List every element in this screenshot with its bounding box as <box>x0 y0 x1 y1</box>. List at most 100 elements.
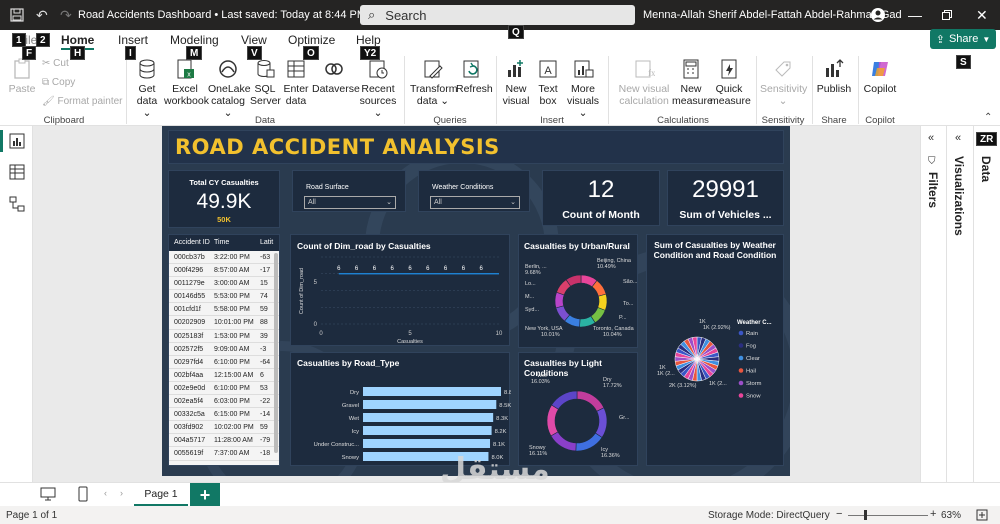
table-view-icon[interactable] <box>9 164 25 180</box>
table-cell: 5:53:00 PM <box>214 293 250 301</box>
excel-workbook-button[interactable]: x Excel workbook <box>164 58 209 107</box>
text-box-icon: A <box>539 60 557 78</box>
page-tab-1[interactable]: Page 1 <box>134 483 188 507</box>
desktop-layout-icon[interactable] <box>40 487 56 501</box>
zoom-slider-thumb[interactable] <box>864 510 867 520</box>
search-input[interactable]: ⌕ Search <box>360 5 635 25</box>
table-cell: 10:01:00 PM <box>214 319 254 327</box>
table-row[interactable]: 000cb37b 3:22:00 PM -63 <box>169 251 279 265</box>
table-header-cell[interactable]: Accident ID <box>174 239 210 246</box>
collapse-ribbon-icon[interactable]: ⌃ <box>984 112 992 123</box>
line-chart-card[interactable]: Count of Dim_road by Casualties 0 5 10 0 5 Ca… <box>290 234 510 346</box>
tab-insert[interactable]: Insert <box>118 33 148 47</box>
model-view-icon[interactable] <box>9 196 25 212</box>
bar-chart-icon <box>508 60 523 77</box>
filters-pane[interactable]: « ⛉ Filters <box>920 126 946 482</box>
weather-conditions-dropdown[interactable]: All ⌄ <box>430 196 520 209</box>
next-page-icon[interactable]: › <box>120 488 123 498</box>
donut-urban-rural-card[interactable]: Casualties by Urban/Rural Beijing, China… <box>518 234 638 348</box>
table-row[interactable]: 00202909 10:01:00 PM 88 <box>169 316 279 330</box>
tab-help[interactable]: Help <box>356 33 381 47</box>
road-surface-dropdown[interactable]: All ⌄ <box>304 196 396 209</box>
recent-label-1: Recent <box>361 83 395 95</box>
recent-sources-button[interactable]: Recent sources ⌄ <box>358 58 398 119</box>
add-page-button[interactable]: + <box>190 483 220 507</box>
sensitivity-button[interactable]: Sensitivity ⌄ <box>760 58 807 107</box>
close-icon[interactable]: ✕ <box>976 0 988 30</box>
kpi-sum-of-vehicles[interactable]: 29991 Sum of Vehicles ... <box>667 170 784 226</box>
table-row[interactable]: 003fd902 10:02:00 PM 59 <box>169 421 279 435</box>
kpi-total-casualties[interactable]: Total CY Casualties 49.9K 50K <box>168 170 280 228</box>
fit-to-page-icon[interactable] <box>976 509 988 521</box>
get-data-button[interactable]: Get data ⌄ <box>132 58 162 119</box>
data-pane[interactable]: Data <box>973 126 1000 482</box>
page-tab-label: Page 1 <box>144 487 178 500</box>
tab-optimize[interactable]: Optimize <box>288 33 335 47</box>
table-row[interactable]: 001cfd1f 5:58:00 PM 59 <box>169 303 279 317</box>
onelake-catalog-button[interactable]: OneLake catalog ⌄ <box>208 58 251 119</box>
tab-modeling[interactable]: Modeling <box>170 33 219 47</box>
expand-visualizations-icon[interactable]: « <box>955 132 961 144</box>
table-row[interactable]: 002572f5 9:09:00 AM -3 <box>169 343 279 356</box>
new-visual-calculation-button[interactable]: fx New visual calculation <box>614 58 674 107</box>
visualizations-pane[interactable]: « Visualizations <box>946 126 973 482</box>
enter-data-button[interactable]: Enter data <box>282 58 310 107</box>
account-icon[interactable] <box>870 0 886 30</box>
table-row[interactable]: 0011279e 3:00:00 AM 15 <box>169 277 279 291</box>
table-header-cell[interactable]: Time <box>214 239 229 246</box>
table-row[interactable]: 004a5717 11:28:00 AM -79 <box>169 434 279 448</box>
table-row[interactable]: 0055619f 7:37:00 AM -18 <box>169 447 279 461</box>
redo-icon[interactable]: ↷ <box>60 0 72 30</box>
table-cell: 002572f5 <box>174 345 204 353</box>
transform-label-1: Transform <box>410 83 458 95</box>
mobile-layout-icon[interactable] <box>78 486 88 502</box>
report-view-icon[interactable] <box>9 133 25 149</box>
zoom-in-icon[interactable]: + <box>930 508 936 520</box>
dataverse-button[interactable]: Dataverse <box>312 58 360 95</box>
copy-button[interactable]: ⧉ Copy <box>42 77 75 88</box>
table-row[interactable]: 002ea5f4 6:03:00 PM -22 <box>169 395 279 409</box>
table-row[interactable]: 000f4296 8:57:00 AM -17 <box>169 264 279 278</box>
share-button[interactable]: ⇪ Share ▼ <box>930 29 996 49</box>
previous-page-icon[interactable]: ‹ <box>104 488 107 498</box>
zoom-out-icon[interactable]: − <box>836 508 842 520</box>
table-row[interactable]: 00297fd4 6:10:00 PM -64 <box>169 356 279 369</box>
ribbon-separator <box>126 56 127 124</box>
restore-icon[interactable] <box>942 0 952 30</box>
expand-filters-icon[interactable]: « <box>928 132 934 144</box>
refresh-button[interactable]: Refresh <box>456 58 493 95</box>
get-data-label-1: Get <box>138 83 156 95</box>
minimize-icon[interactable]: — <box>908 0 922 30</box>
sql-server-button[interactable]: SQL Server <box>250 58 281 107</box>
bar-chart-card[interactable]: Casualties by Road_Type Dry8.8KGravel8.5… <box>290 352 511 466</box>
table-cell: 0011279e <box>174 280 205 288</box>
title-bar: ↶ ↷ Road Accidents Dashboard • Last save… <box>0 0 1000 30</box>
format-painter-button[interactable]: 🖌 Format painter <box>42 96 123 107</box>
pie-weather-road-card[interactable]: Sum of Casualties by Weather Condition a… <box>646 234 784 466</box>
publish-button[interactable]: Publish <box>816 58 852 95</box>
donut-light-conditions-card[interactable]: Casualties by Light Conditions Dry 17.72%… <box>518 352 638 466</box>
text-box-button[interactable]: A Text box <box>534 58 562 107</box>
transform-data-button[interactable]: Transform data ⌄ <box>410 58 458 107</box>
save-icon[interactable] <box>10 0 24 30</box>
table-row[interactable]: 002e9e0d 6:10:00 PM 53 <box>169 382 279 396</box>
tab-view[interactable]: View <box>241 33 267 47</box>
table-row[interactable]: 00146d55 5:53:00 PM 74 <box>169 290 279 304</box>
undo-icon[interactable]: ↶ <box>36 0 48 30</box>
cut-button[interactable]: ✂ Cut <box>42 58 69 69</box>
more-visuals-button[interactable]: More visuals ⌄ <box>564 58 602 119</box>
table-header-cell[interactable]: Latit <box>260 239 273 246</box>
copilot-button[interactable]: Copilot <box>862 58 898 95</box>
table-cell: 3:00:00 AM <box>214 280 250 288</box>
accidents-table[interactable]: Accident ID Time Latit 000cb37b 3:22:00 P… <box>168 234 280 466</box>
zoom-slider[interactable] <box>848 515 928 516</box>
new-visual-button[interactable]: New visual <box>502 58 530 107</box>
new-measure-button[interactable]: New measure <box>672 58 713 107</box>
paste-button[interactable]: Paste <box>8 58 36 95</box>
table-row[interactable]: 002bf4aa 12:15:00 AM 6 <box>169 369 279 382</box>
table-row[interactable]: 0025183f 1:53:00 PM 39 <box>169 330 279 343</box>
table-scrollbar[interactable] <box>274 253 278 453</box>
table-row[interactable]: 00332c5a 6:15:00 PM -14 <box>169 408 279 422</box>
quick-measure-button[interactable]: Quick measure <box>710 58 751 107</box>
kpi-count-of-month[interactable]: 12 Count of Month <box>542 170 660 226</box>
